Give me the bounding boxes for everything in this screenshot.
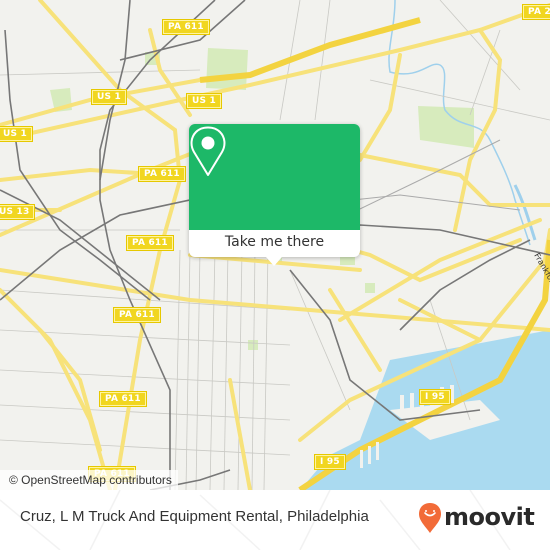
place-title: Cruz, L M Truck And Equipment Rental, Ph… [20, 508, 369, 525]
road-shield-us1: US 1 [187, 94, 221, 108]
footer: Cruz, L M Truck And Equipment Rental, Ph… [0, 490, 550, 550]
road-shield-pa611: PA 611 [127, 236, 173, 250]
road-shield-us13: US 13 [0, 205, 35, 219]
road-shield-pa611: PA 611 [114, 308, 160, 322]
popup-pointer [266, 257, 282, 266]
moovit-logo-icon [419, 503, 441, 533]
road-shield-i95: I 95 [420, 390, 450, 404]
road-shield-pa611: PA 611 [163, 20, 209, 34]
map-pin-icon [190, 126, 226, 176]
take-me-there-button[interactable]: Take me there [189, 230, 360, 257]
road-shield-us1: US 1 [92, 90, 126, 104]
road-shield-pa611: PA 611 [100, 392, 146, 406]
location-popup: Take me there [189, 124, 360, 266]
brand-name: moovit [444, 503, 535, 531]
road-shield-pa2: PA 2 [523, 5, 550, 19]
road-shield-pa611: PA 611 [139, 167, 185, 181]
map-attribution[interactable]: © OpenStreetMap contributors [0, 470, 178, 490]
road-shield-i95: I 95 [315, 455, 345, 469]
road-shield-us1: US 1 [0, 127, 32, 141]
map-view[interactable]: Frankford PA 611 US 1 US 1 US 1 PA 611 U… [0, 0, 550, 490]
popup-header [189, 124, 360, 230]
